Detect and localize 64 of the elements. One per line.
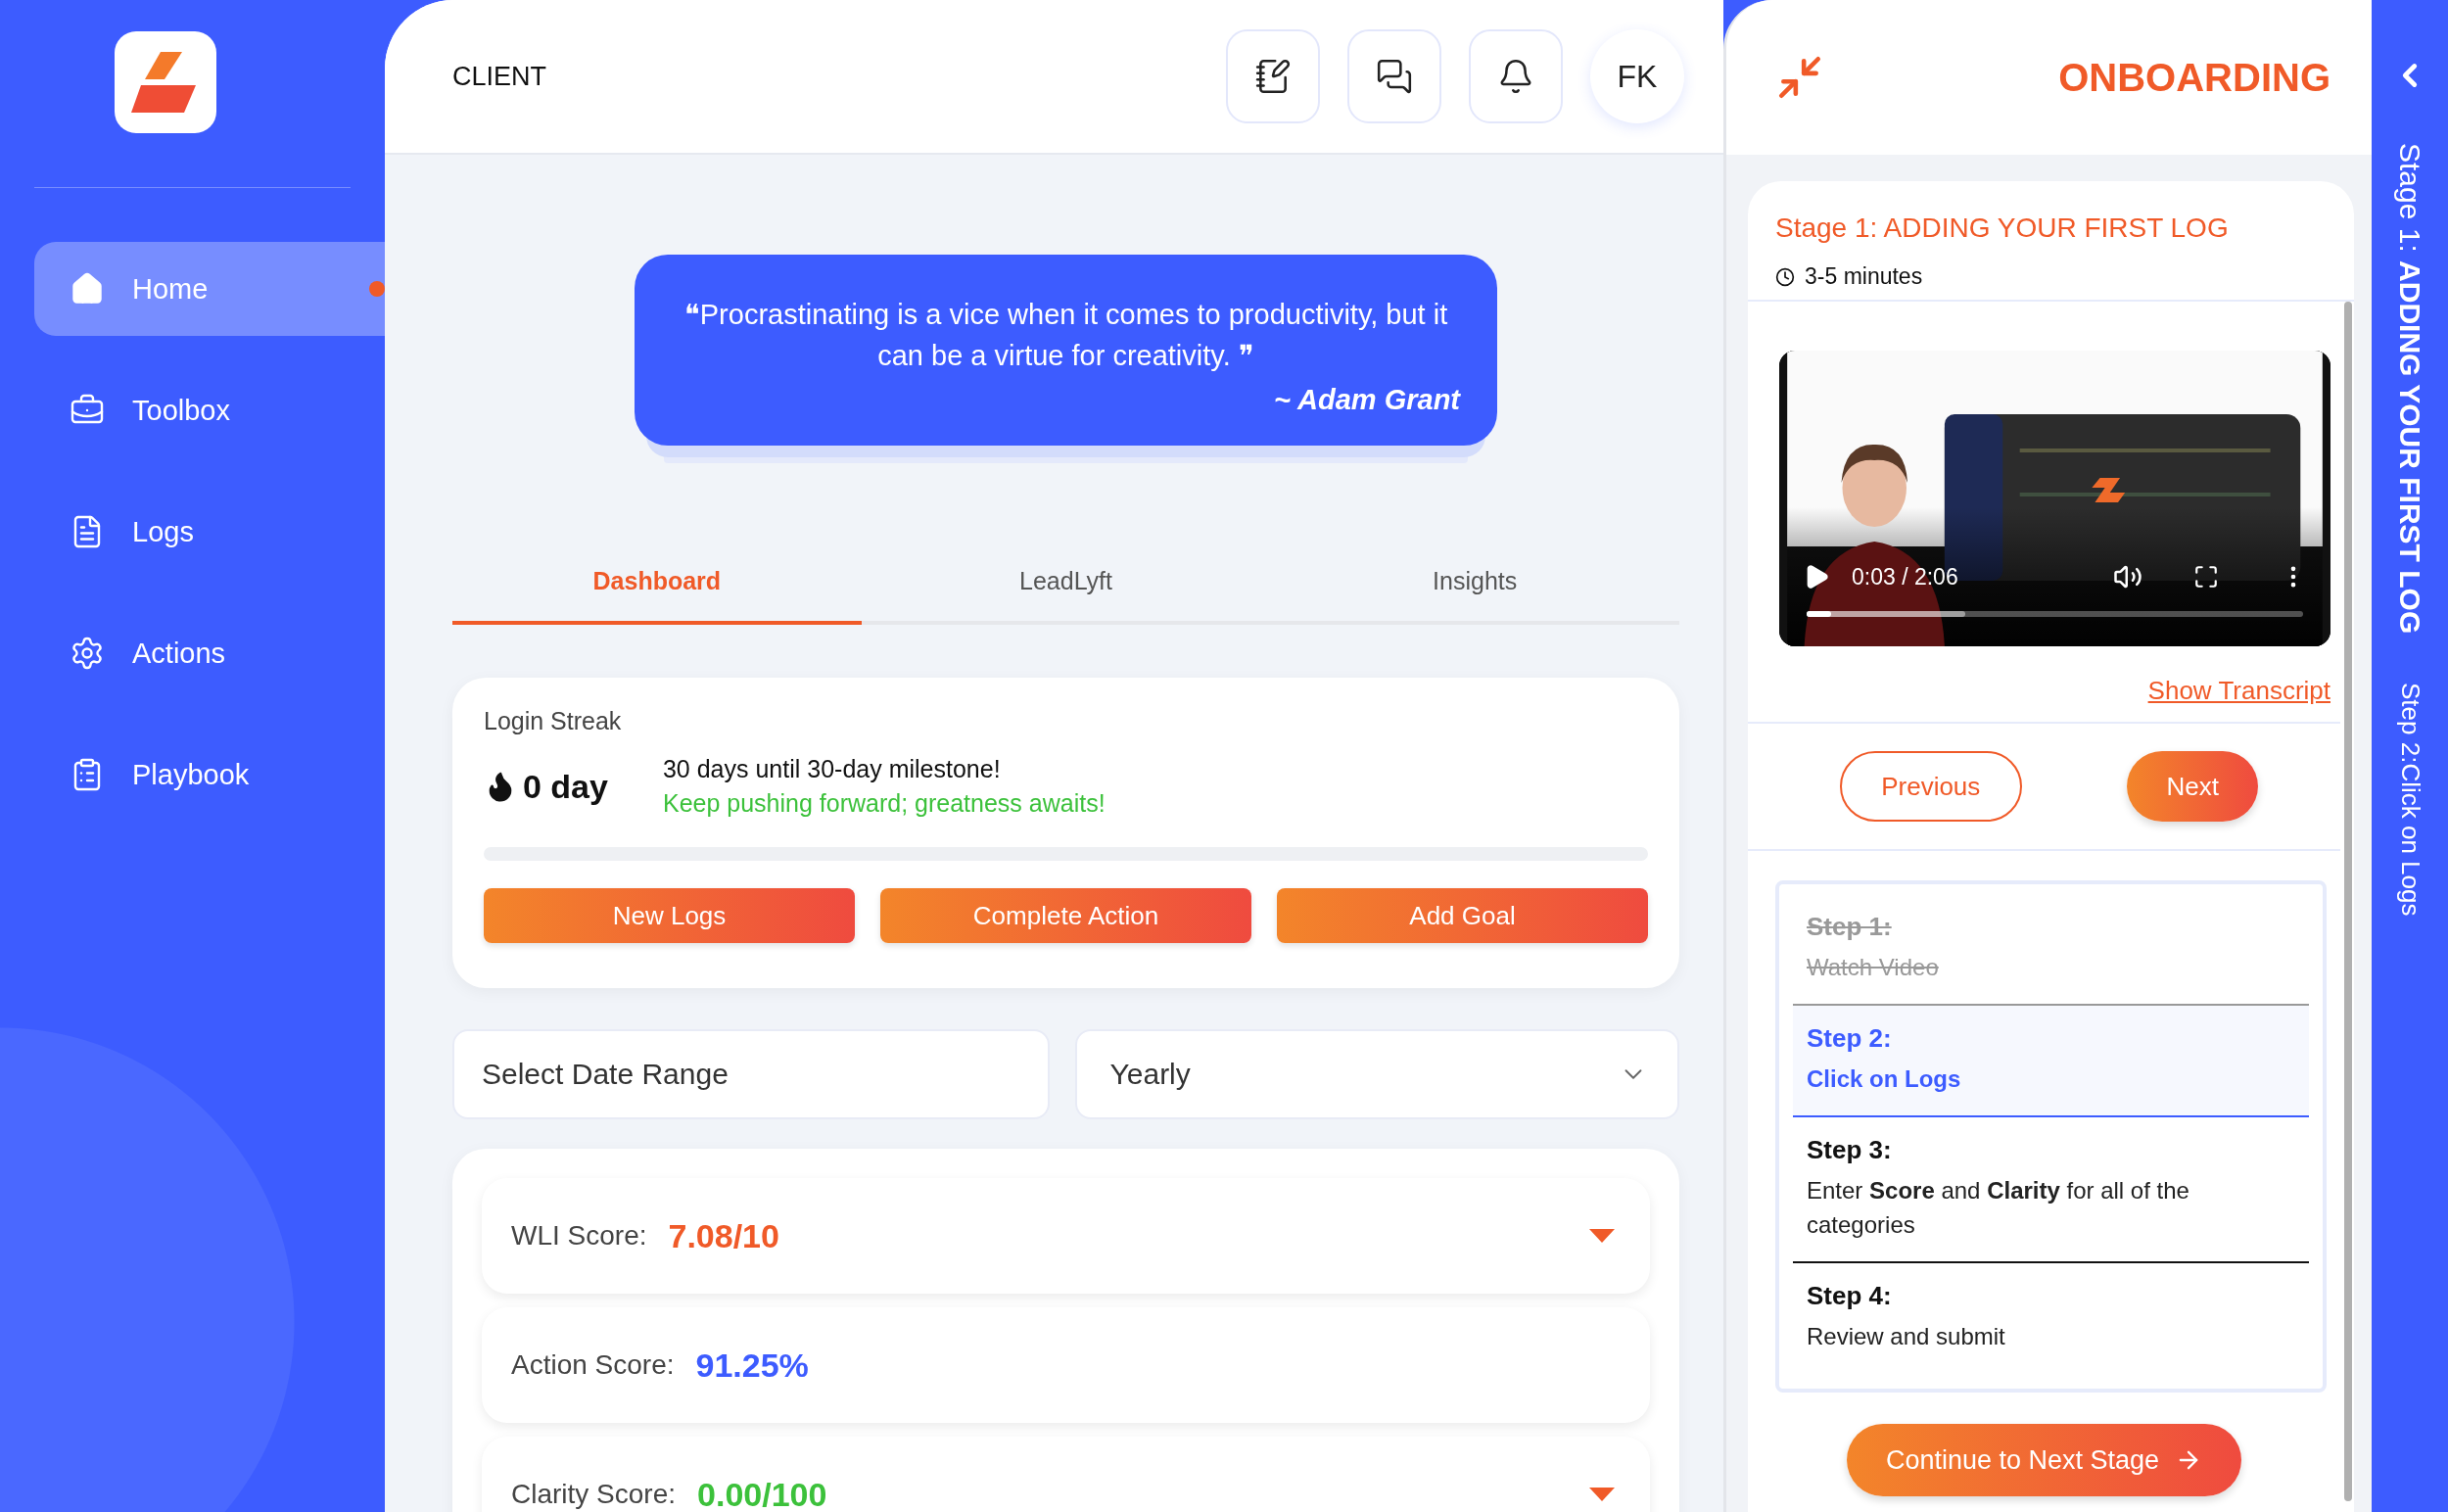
- tab[interactable]: Dashboard: [452, 555, 862, 625]
- fullscreen-icon[interactable]: [2193, 564, 2219, 590]
- step-title: Step 4:: [1807, 1281, 1893, 1311]
- show-transcript-link[interactable]: Show Transcript: [2147, 676, 2330, 706]
- streak-count: 0 day: [523, 767, 608, 806]
- score-label: Clarity Score:: [511, 1479, 677, 1510]
- strip-step-text: Step 2:Click on Logs: [2394, 683, 2425, 917]
- step-title: Step 2:: [1807, 1023, 1893, 1054]
- step-text: Watch Video: [1807, 953, 1940, 982]
- step-title: Step 3:: [1807, 1135, 1893, 1165]
- score-row[interactable]: Action Score: 91.25%: [482, 1307, 1650, 1423]
- clock-icon: [1775, 266, 1795, 287]
- stage-title: Stage 1: ADDING YOUR FIRST LOG: [1775, 213, 2230, 244]
- strip-stage-text: Stage 1: ADDING YOUR FIRST LOG: [2393, 143, 2426, 635]
- chat-button[interactable]: [1347, 29, 1441, 123]
- nav-item[interactable]: Playbook: [34, 728, 385, 822]
- next-button[interactable]: Next: [2127, 751, 2259, 822]
- tab[interactable]: Insights: [1270, 555, 1679, 625]
- step-title: Step 1:: [1807, 912, 1893, 942]
- quote-text: ❝Procrastinating is a vice when it comes to productivity, but it can be a virtue for creativity. ❞: [683, 298, 1449, 373]
- active-indicator: [369, 281, 385, 297]
- user-avatar[interactable]: FK: [1590, 29, 1684, 123]
- score-value: 0.00/100: [697, 1475, 827, 1512]
- score-value: 7.08/10: [668, 1216, 779, 1255]
- encouragement-text: Keep pushing forward; greatness awaits!: [662, 789, 1106, 818]
- milestone-text: 30 days until 30-day milestone!: [662, 755, 1002, 783]
- step-text: Review and submit: [1807, 1322, 2006, 1351]
- score-label: Action Score:: [511, 1349, 675, 1381]
- action-button[interactable]: New Logs: [484, 888, 855, 943]
- action-button[interactable]: Complete Action: [880, 888, 1251, 943]
- notes-button[interactable]: [1226, 29, 1320, 123]
- score-label: WLI Score:: [511, 1220, 647, 1252]
- notebook-icon: [1254, 58, 1292, 95]
- panel-title: ONBOARDING: [2058, 55, 2330, 100]
- app-logo[interactable]: [114, 31, 216, 133]
- video-time: 0:03 / 2:06: [1852, 563, 1959, 591]
- nav-item[interactable]: Toolbox: [34, 363, 385, 457]
- score-row[interactable]: WLI Score: 7.08/10: [482, 1178, 1650, 1294]
- scrollbar-thumb[interactable]: [2344, 302, 2352, 1501]
- step-text: Enter Score and Clarity for all of the categories: [1807, 1176, 2190, 1240]
- home-icon: [70, 271, 105, 307]
- page-title: CLIENT: [452, 61, 548, 92]
- step-item[interactable]: Step 4: Review and submit: [1793, 1263, 2309, 1373]
- notifications-button[interactable]: [1469, 29, 1563, 123]
- tab[interactable]: LeadLyft: [861, 555, 1271, 625]
- date-range-field[interactable]: Select Date Range: [452, 1029, 1050, 1119]
- step-item[interactable]: Step 3: Enter Score and Clarity for all of the categories: [1793, 1117, 2309, 1263]
- action-button[interactable]: Add Goal: [1277, 888, 1648, 943]
- gear-icon: [70, 636, 105, 671]
- score-row[interactable]: Clarity Score: 0.00/100: [482, 1437, 1650, 1512]
- step-item[interactable]: Step 2: Click on Logs: [1793, 1006, 2309, 1117]
- nav-item[interactable]: Actions: [34, 606, 385, 700]
- step-text: Click on Logs: [1807, 1064, 1962, 1094]
- video-progress-bar[interactable]: [1807, 611, 2303, 617]
- chat-icon: [1376, 58, 1413, 95]
- duration-text: 3-5 minutes: [1805, 263, 1923, 290]
- period-dropdown[interactable]: Yearly: [1074, 1029, 1679, 1119]
- nav-item[interactable]: Logs: [34, 485, 385, 579]
- nav-item[interactable]: Home: [34, 242, 385, 336]
- continue-button[interactable]: Continue to Next Stage: [1846, 1424, 2242, 1496]
- previous-button[interactable]: Previous: [1839, 751, 2022, 822]
- quote-author: ~ Adam Grant: [1273, 384, 1460, 416]
- score-value: 91.25%: [695, 1346, 809, 1385]
- card-title: Login Streak: [484, 707, 623, 735]
